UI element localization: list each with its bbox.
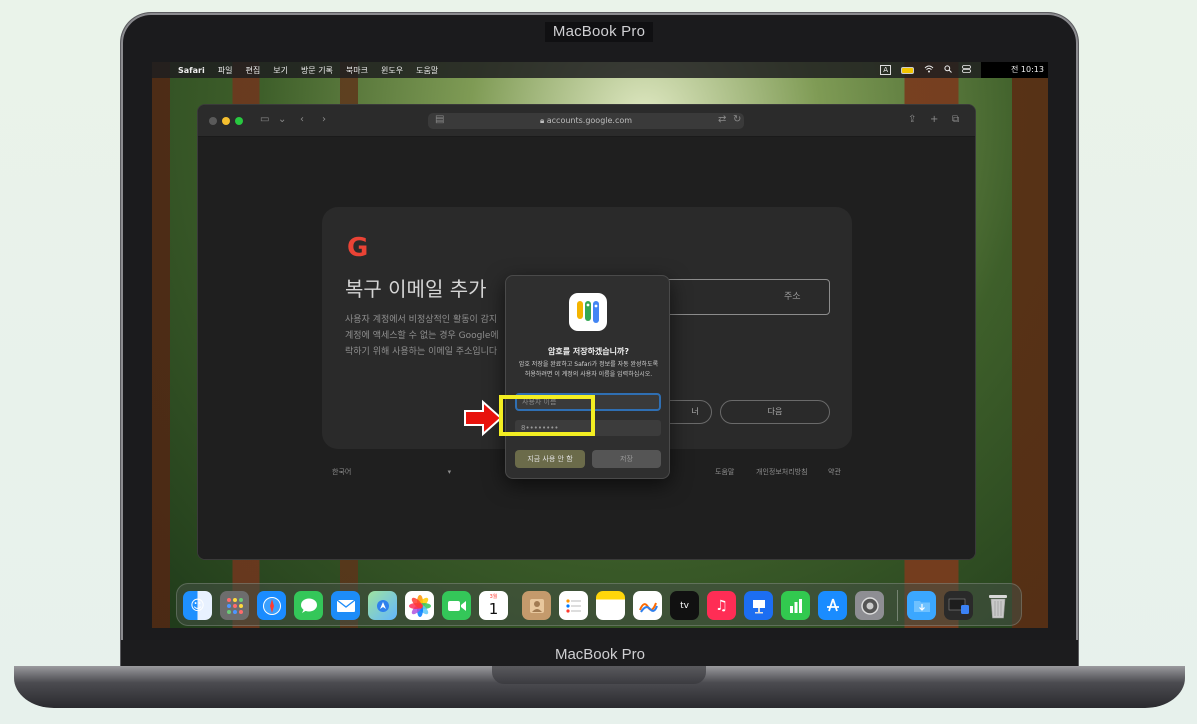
minimize-icon[interactable] — [222, 117, 230, 125]
zoom-icon[interactable] — [235, 117, 243, 125]
base-label: MacBook Pro — [554, 646, 646, 663]
keynote-icon[interactable] — [744, 591, 773, 620]
address-bar[interactable]: 🔒︎ accounts.google.com — [428, 113, 744, 129]
new-tab-icon[interactable]: + — [930, 114, 938, 125]
reload-icon[interactable]: ↻ — [733, 114, 741, 125]
not-now-button[interactable]: 지금 사용 안 함 — [515, 450, 585, 468]
red-arrow-icon — [464, 399, 503, 437]
mail-icon[interactable] — [331, 591, 360, 620]
menu-edit[interactable]: 편집 — [245, 65, 260, 76]
wifi-icon[interactable] — [924, 65, 934, 75]
maps-icon[interactable] — [368, 591, 397, 620]
screen: Safari 파일 편집 보기 방문 기록 북마크 윈도우 도움말 A 전 10… — [152, 62, 1048, 628]
battery-icon[interactable] — [901, 66, 915, 74]
dialog-message: 암호 저장을 완료하고 Safari가 정보를 자동 완성하도록 허용하려면 이… — [518, 361, 659, 378]
google-logo-icon: G — [347, 233, 369, 263]
footer-privacy-link[interactable]: 개인정보처리방침 — [756, 467, 808, 477]
finder-icon[interactable]: ☺ — [183, 591, 212, 620]
music-icon[interactable]: ♫ — [707, 591, 736, 620]
trash-icon[interactable] — [983, 591, 1012, 620]
calendar-icon[interactable]: 3월 1 — [479, 591, 508, 620]
safari-window: ▭ ⌄ ‹ › 🔒︎ accounts.google.com ▤ ⇄ ↻ ⇪ +… — [197, 104, 976, 560]
lid-label: MacBook Pro — [545, 22, 653, 42]
close-icon[interactable] — [209, 117, 217, 125]
numbers-icon[interactable] — [781, 591, 810, 620]
back-icon[interactable]: ‹ — [300, 114, 304, 125]
app-store-icon[interactable] — [818, 591, 847, 620]
input-source-icon[interactable]: A — [880, 65, 892, 75]
chevron-down-icon[interactable]: ⌄ — [278, 114, 286, 125]
menu-help[interactable]: 도움말 — [416, 65, 438, 76]
menu-window[interactable]: 윈도우 — [381, 65, 403, 76]
laptop-opening-notch — [492, 666, 706, 684]
safari-toolbar: ▭ ⌄ ‹ › 🔒︎ accounts.google.com ▤ ⇄ ↻ ⇪ +… — [198, 105, 975, 137]
password-field[interactable]: 8•••••••• — [515, 420, 661, 436]
control-center-icon[interactable] — [962, 65, 971, 75]
notes-icon[interactable] — [596, 591, 625, 620]
window-controls — [209, 117, 243, 125]
dialog-title: 암호를 저장하겠습니까? — [547, 347, 630, 356]
save-button[interactable]: 저장 — [592, 450, 661, 468]
system-settings-icon[interactable] — [855, 591, 884, 620]
footer-terms-link[interactable]: 약관 — [828, 467, 841, 477]
username-field[interactable]: 사용자 이름 — [515, 393, 661, 411]
share-icon[interactable]: ⇪ — [908, 114, 916, 125]
screenshot-stack-icon[interactable] — [944, 591, 973, 620]
spotlight-search-icon[interactable] — [944, 65, 952, 75]
menubar-clock[interactable]: 전 10:13 — [981, 62, 1048, 78]
chevron-down-icon: ▾ — [447, 468, 452, 476]
photos-icon[interactable] — [405, 591, 434, 620]
menu-file[interactable]: 파일 — [218, 65, 233, 76]
passwords-app-icon — [569, 293, 607, 331]
menu-app-name[interactable]: Safari — [178, 66, 205, 75]
messages-icon[interactable] — [294, 591, 323, 620]
dock: ☺ 3월 1 tv ♫ — [176, 583, 1022, 626]
menu-bookmarks[interactable]: 북마크 — [346, 65, 368, 76]
forward-icon[interactable]: › — [322, 114, 326, 125]
reminders-icon[interactable] — [559, 591, 588, 620]
translate-icon[interactable]: ⇄ — [718, 114, 726, 125]
freeform-icon[interactable] — [633, 591, 662, 620]
apple-tv-icon[interactable]: tv — [670, 591, 699, 620]
url-text: accounts.google.com — [546, 116, 633, 125]
launchpad-icon[interactable] — [220, 591, 249, 620]
footer-help-link[interactable]: 도움말 — [715, 467, 734, 477]
page-menu-icon[interactable]: ▤ — [435, 114, 444, 125]
next-button[interactable]: 다음 — [720, 400, 830, 424]
dock-divider — [897, 590, 898, 621]
menubar: Safari 파일 편집 보기 방문 기록 북마크 윈도우 도움말 A 전 10… — [152, 62, 1048, 78]
menu-history[interactable]: 방문 기록 — [301, 65, 333, 76]
menu-view[interactable]: 보기 — [273, 65, 288, 76]
facetime-icon[interactable] — [442, 591, 471, 620]
contacts-icon[interactable] — [522, 591, 551, 620]
safari-icon[interactable] — [257, 591, 286, 620]
web-page: G 복구 이메일 추가 사용자 계정에서 비정상적인 활동이 감지 계정에 액세… — [198, 137, 975, 559]
sidebar-icon[interactable]: ▭ — [260, 114, 269, 125]
lock-icon: 🔒︎ — [539, 116, 545, 125]
page-title: 복구 이메일 추가 — [345, 277, 487, 301]
language-select[interactable]: 한국어 ▾ — [332, 467, 451, 477]
save-password-dialog: 암호를 저장하겠습니까? 암호 저장을 완료하고 Safari가 정보를 자동 … — [505, 275, 670, 479]
downloads-folder-icon[interactable] — [907, 591, 936, 620]
tab-overview-icon[interactable]: ⧉ — [952, 114, 959, 125]
